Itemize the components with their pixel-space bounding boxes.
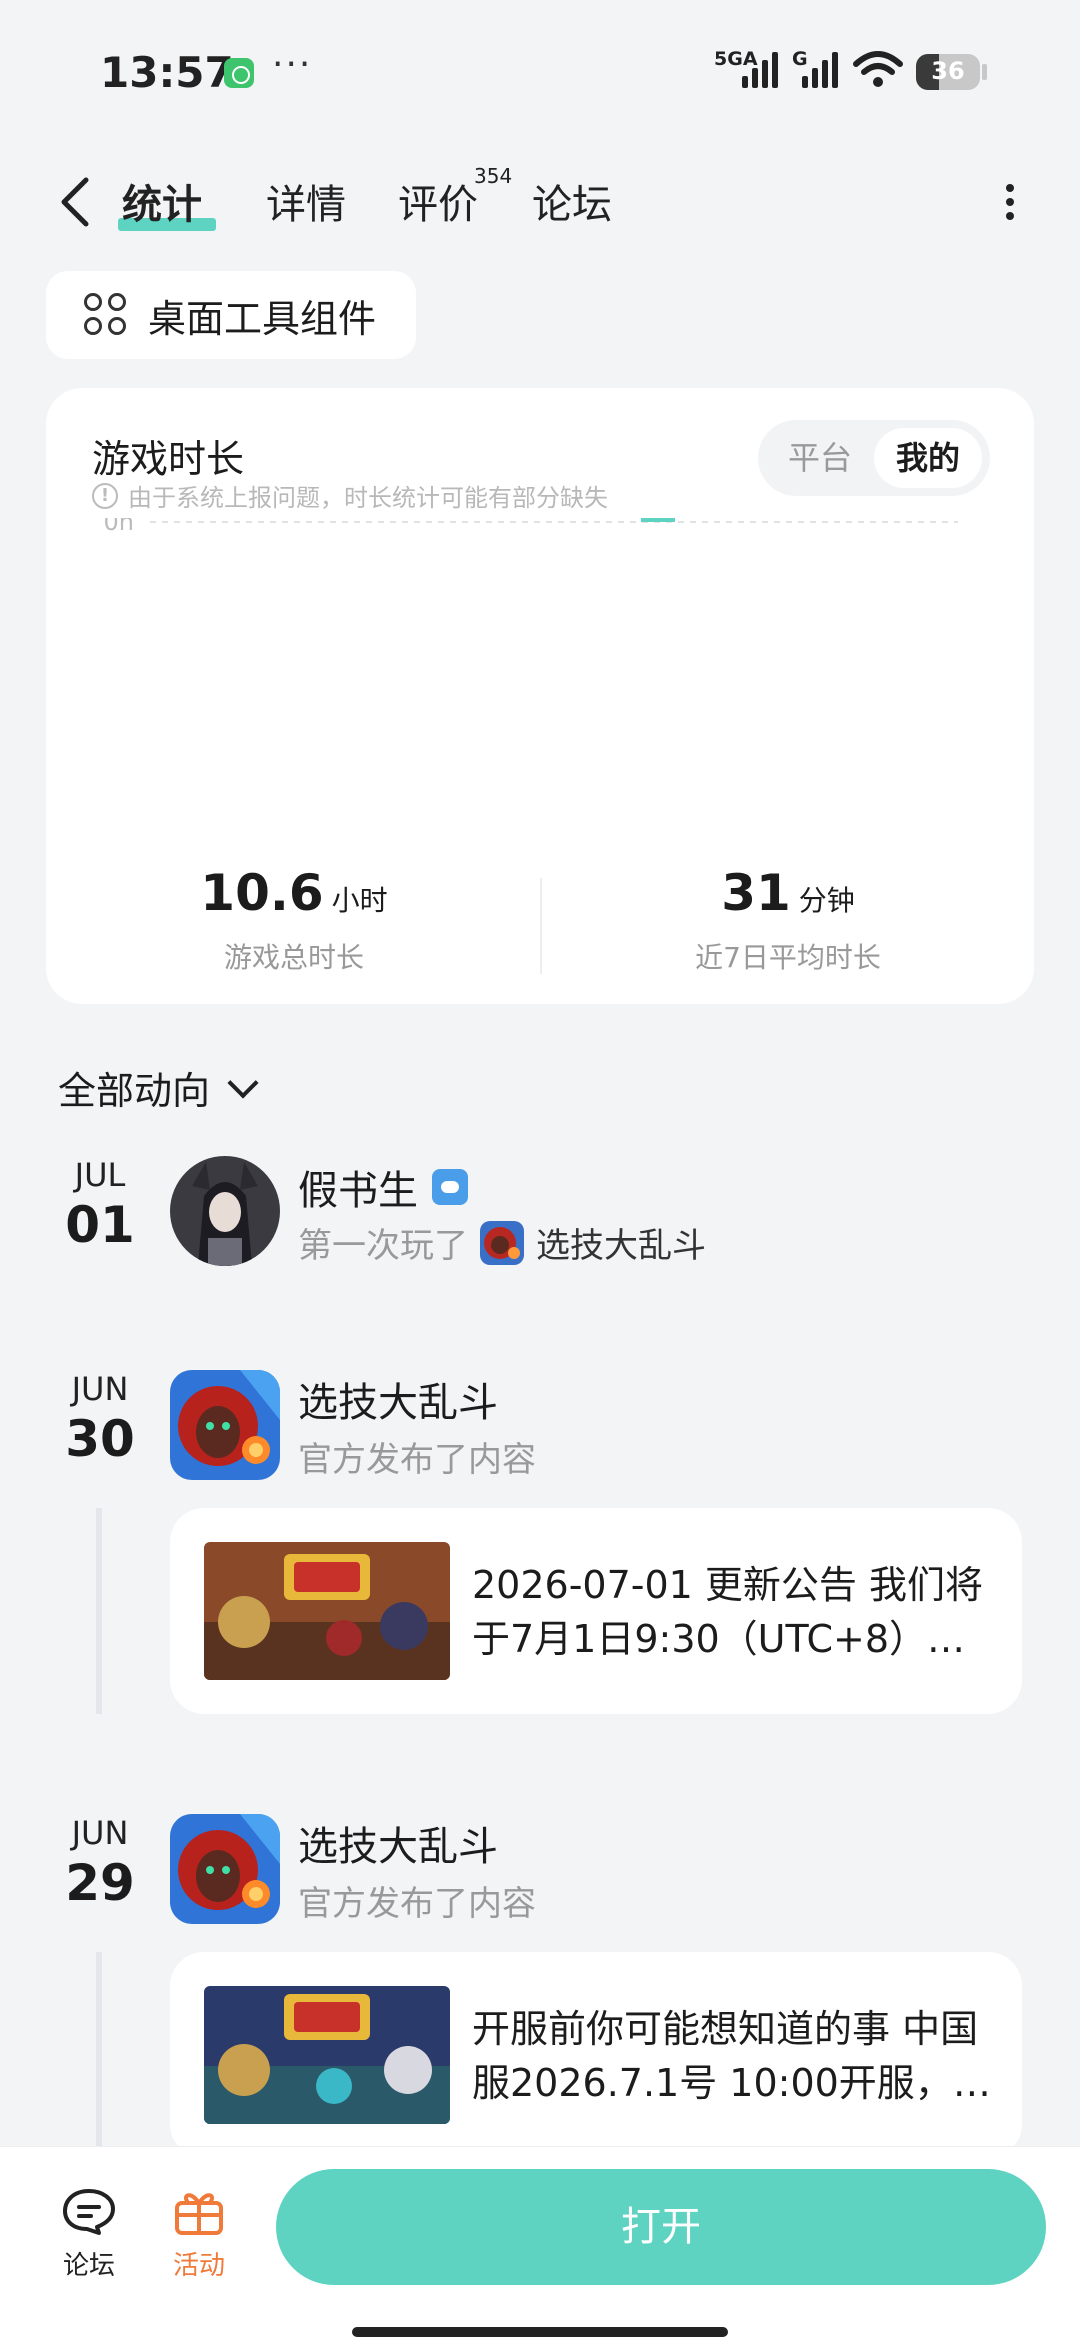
total-playtime-value: 10.6 [200, 864, 324, 922]
chart-x-tick: 6/25 [167, 827, 221, 828]
timeline-line [96, 1952, 102, 2146]
chart-x-tick: 6/29 [476, 827, 530, 828]
playtime-title: 游戏时长 [92, 437, 245, 481]
feed-user-name-row: 假书生 [298, 1158, 468, 1216]
stats-divider [540, 878, 542, 974]
battery-level: 36 [931, 57, 965, 85]
back-icon[interactable] [52, 172, 102, 232]
activity-tab[interactable]: 活动 [154, 2187, 244, 2282]
playtime-note-text: 由于系统上报问题，时长统计可能有部分缺失 [128, 484, 608, 512]
toggle-platform[interactable]: 平台 [766, 428, 874, 488]
user-avatar[interactable] [170, 1156, 280, 1266]
feed-date: JUL 01 [52, 1156, 148, 1254]
chevron-down-icon [227, 1066, 259, 1099]
feed-game-title[interactable]: 选技大乱斗 [298, 1370, 498, 1428]
chart-y-tick: 0h [104, 518, 134, 536]
open-game-button[interactable]: 打开 [276, 2169, 1046, 2285]
battery-cap [982, 64, 987, 80]
post-thumbnail [204, 1986, 450, 2124]
feed-action-text: 第一次玩了 [298, 1226, 468, 1266]
game-icon[interactable] [170, 1814, 280, 1924]
feed-month: JUL [74, 1156, 126, 1194]
game-icon[interactable] [170, 1370, 280, 1480]
feed-game-name[interactable]: 选技大乱斗 [536, 1218, 706, 1267]
feed-day: 29 [65, 1854, 135, 1912]
more-notifications-icon: ··· [272, 44, 313, 85]
post-text: 2026-07-01 更新公告 我们将于7月1日9:30（UTC+8）进行停服更… [472, 1563, 983, 1661]
status-time: 13:57 [100, 48, 234, 97]
total-playtime-unit: 小时 [331, 884, 388, 917]
desktop-widget-button[interactable]: 桌面工具组件 [46, 271, 416, 359]
all-trends-dropdown[interactable]: 全部动向 [58, 1060, 259, 1115]
game-mini-icon [480, 1220, 524, 1265]
app-notification-icon [224, 58, 254, 88]
chart-x-tick: 7/1 [639, 827, 678, 828]
timeline-line [96, 1508, 102, 1714]
tab-stats[interactable]: 统计 [122, 172, 202, 230]
average-playtime-label: 近7日平均时长 [695, 941, 881, 974]
chart-x-tick: 6/30 [554, 827, 608, 828]
post-thumbnail [204, 1542, 450, 1680]
feed-official-post: 官方发布了内容 [298, 1440, 536, 1480]
total-playtime: 10.6 小时 游戏总时长 [94, 864, 494, 976]
average-playtime: 31 分钟 近7日平均时长 [588, 864, 988, 976]
wifi-icon [853, 51, 903, 87]
feed-official-post: 官方发布了内容 [298, 1884, 536, 1924]
tab-details[interactable]: 详情 [266, 172, 346, 230]
gamepad-badge-icon [432, 1169, 468, 1205]
tab-reviews[interactable]: 评价 [398, 172, 478, 230]
chart-x-tick: 6/28 [399, 827, 453, 828]
feed-date: JUN 30 [52, 1370, 148, 1468]
post-card[interactable]: 开服前你可能想知道的事 中国服2026.7.1号 10:00开服，敬请期待 [170, 1952, 1022, 2158]
home-indicator [352, 2327, 728, 2337]
chart-bar [641, 518, 675, 522]
tab-forum[interactable]: 论坛 [532, 172, 612, 230]
widgets-grid-icon [84, 293, 128, 337]
forum-tab-label: 论坛 [62, 2251, 115, 2281]
info-icon: ! [92, 482, 118, 509]
more-options-icon[interactable] [990, 178, 1030, 228]
desktop-widget-label: 桌面工具组件 [148, 296, 377, 341]
average-playtime-value: 31 [721, 864, 791, 922]
toggle-mine[interactable]: 我的 [874, 428, 982, 488]
playtime-chart: 4h2h0h6/256/266/276/286/296/307/13小时41分钟 [104, 518, 958, 828]
post-text: 开服前你可能想知道的事 中国服2026.7.1号 10:00开服，敬请期待 [472, 2007, 991, 2105]
feed-user-action: 第一次玩了 选技大乱斗 [298, 1218, 706, 1267]
playtime-card: 游戏时长 ! 由于系统上报问题，时长统计可能有部分缺失 平台 我的 4h2h0h… [46, 388, 1034, 1004]
forum-chat-icon [63, 2189, 115, 2235]
bottom-action-bar: 论坛 活动 打开 [0, 2146, 1080, 2351]
all-trends-label: 全部动向 [58, 1069, 211, 1113]
feed-game-title[interactable]: 选技大乱斗 [298, 1814, 498, 1872]
chart-x-tick: 6/27 [322, 827, 376, 828]
playtime-note: ! 由于系统上报问题，时长统计可能有部分缺失 [92, 478, 608, 513]
feed-day: 01 [65, 1196, 135, 1254]
signal-icon-2 [802, 52, 838, 88]
signal-icon [742, 52, 778, 88]
post-card[interactable]: 2026-07-01 更新公告 我们将于7月1日9:30（UTC+8）进行停服更… [170, 1508, 1022, 1714]
activity-tab-label: 活动 [172, 2251, 225, 2281]
scope-toggle[interactable]: 平台 我的 [758, 420, 990, 496]
chart-x-tick: 6/26 [244, 827, 298, 828]
feed-date: JUN 29 [52, 1814, 148, 1912]
average-playtime-unit: 分钟 [798, 884, 855, 917]
feed-day: 30 [65, 1410, 135, 1468]
total-playtime-label: 游戏总时长 [223, 941, 364, 974]
feed-month: JUN [71, 1370, 129, 1408]
gift-icon [175, 2193, 223, 2235]
feed-user-name[interactable]: 假书生 [298, 1158, 418, 1216]
forum-tab[interactable]: 论坛 [44, 2187, 134, 2282]
status-bar: 13:57 ··· 5GA G 36 [0, 0, 1080, 140]
review-count-badge: 354 [474, 164, 513, 188]
feed-month: JUN [71, 1814, 129, 1852]
battery-icon: 36 [916, 54, 980, 90]
